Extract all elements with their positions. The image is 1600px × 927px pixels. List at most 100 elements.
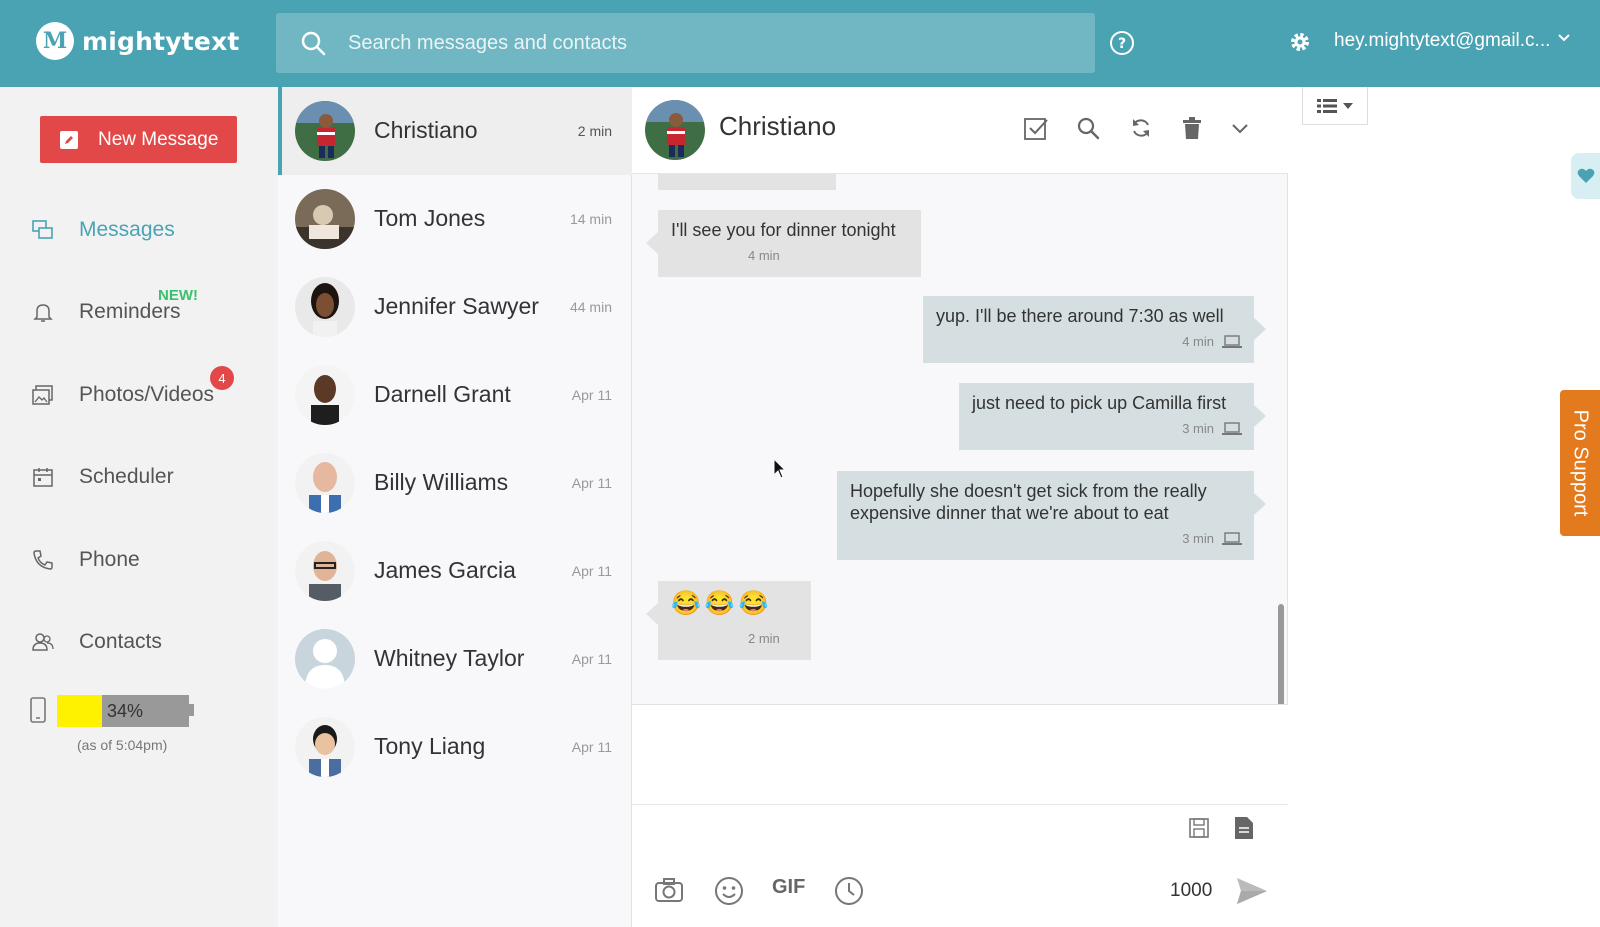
- save-icon[interactable]: [1188, 817, 1210, 839]
- avatar: [295, 101, 355, 161]
- message-emoji: 😂😂😂: [671, 590, 773, 617]
- message-text: yup. I'll be there around 7:30 as well: [936, 306, 1224, 326]
- battery-fill: [57, 695, 102, 727]
- search-bar: [276, 13, 1095, 73]
- search-icon[interactable]: [1076, 116, 1100, 140]
- gif-button[interactable]: GIF: [772, 876, 805, 899]
- conversation-item[interactable]: Whitney Taylor Apr 11: [278, 615, 632, 703]
- message-time: 4 min: [1182, 334, 1214, 349]
- search-icon: [301, 31, 326, 56]
- chat-pane: Christiano I'll see you for dinner tonig…: [632, 87, 1288, 927]
- calendar-icon: [33, 468, 53, 487]
- battery-percent: 34%: [107, 701, 144, 721]
- avatar: [295, 717, 355, 777]
- scrollbar-thumb[interactable]: [1278, 604, 1284, 704]
- message-bubble-outgoing[interactable]: yup. I'll be there around 7:30 as well 4…: [923, 296, 1266, 363]
- sidebar-item-scheduler[interactable]: Scheduler: [0, 452, 278, 502]
- template-document-icon[interactable]: [1234, 816, 1254, 840]
- conversation-item[interactable]: Darnell Grant Apr 11: [278, 351, 632, 439]
- message-time: 3 min: [1182, 531, 1214, 546]
- chat-title: Christiano: [719, 111, 837, 141]
- sidebar: New Message Messages Reminders NEW! Phot…: [0, 87, 278, 927]
- refresh-icon[interactable]: [1129, 116, 1153, 140]
- pro-support-tab[interactable]: Pro Support: [1560, 390, 1600, 536]
- trash-icon[interactable]: [1181, 116, 1203, 140]
- message-time: 3 min: [1182, 421, 1214, 436]
- svg-text:?: ?: [1118, 36, 1126, 52]
- conversation-name: Christiano: [374, 117, 478, 143]
- logo-mark: M: [36, 22, 74, 60]
- select-checkbox-icon[interactable]: [1023, 116, 1049, 142]
- chevron-down-icon[interactable]: [1558, 34, 1570, 42]
- conversation-name: James Garcia: [374, 557, 516, 583]
- conversation-item[interactable]: Jennifer Sawyer 44 min: [278, 263, 632, 351]
- right-panel: Pro Support: [1288, 87, 1600, 927]
- sidebar-item-label: Contacts: [79, 630, 162, 653]
- sidebar-item-label: Scheduler: [79, 465, 174, 488]
- conversation-item[interactable]: Tony Liang Apr 11: [278, 703, 632, 791]
- sidebar-item-phone[interactable]: Phone: [0, 535, 278, 585]
- view-toggle-button[interactable]: [1302, 87, 1368, 125]
- message-bubble-outgoing[interactable]: Hopefully she doesn't get sick from the …: [837, 471, 1266, 560]
- sidebar-item-contacts[interactable]: Contacts: [0, 617, 278, 667]
- sidebar-item-label: Messages: [79, 218, 175, 241]
- logo[interactable]: M mightytext: [36, 22, 240, 60]
- conversation-time: Apr 11: [571, 563, 612, 579]
- emoji-icon[interactable]: [714, 876, 744, 906]
- avatar: [295, 365, 355, 425]
- help-icon[interactable]: ?: [1109, 30, 1135, 56]
- compose-icon: [60, 130, 78, 149]
- avatar: [295, 453, 355, 513]
- message-bubble-incoming[interactable]: I'll see you for dinner tonight 4 min: [646, 210, 921, 277]
- conversation-item[interactable]: Billy Williams Apr 11: [278, 439, 632, 527]
- conversation-name: Jennifer Sawyer: [374, 293, 539, 319]
- avatar: [295, 189, 355, 249]
- battery-timestamp: (as of 5:04pm): [77, 737, 168, 753]
- pro-support-label: Pro Support: [1569, 409, 1592, 517]
- photos-icon: [32, 385, 53, 405]
- message-bubble-outgoing[interactable]: just need to pick up Camilla first 3 min: [959, 383, 1266, 450]
- message-text: I'll see you for dinner tonight: [671, 220, 896, 240]
- compose-area: [632, 705, 1288, 805]
- clock-icon[interactable]: [834, 876, 864, 906]
- search-input[interactable]: [348, 13, 1078, 73]
- avatar: [295, 541, 355, 601]
- list-view-icon: [1317, 98, 1337, 113]
- message-thread: I'll see you for dinner tonight 4 min yu…: [632, 174, 1288, 704]
- new-message-button[interactable]: New Message: [40, 116, 237, 163]
- laptop-icon: [1222, 532, 1242, 545]
- device-phone-icon: [30, 697, 46, 723]
- conversation-name: Tom Jones: [374, 205, 486, 231]
- character-count: 1000: [1170, 880, 1213, 901]
- account-menu[interactable]: hey.mightytext@gmail.c...: [1334, 30, 1550, 52]
- chat-header: Christiano: [632, 87, 1288, 174]
- new-badge: NEW!: [158, 287, 198, 304]
- send-icon[interactable]: [1236, 877, 1268, 905]
- conversation-time: 2 min: [577, 123, 612, 139]
- gear-icon[interactable]: [1288, 30, 1312, 54]
- conversation-item[interactable]: Tom Jones 14 min: [278, 175, 632, 263]
- message-input[interactable]: [632, 705, 1288, 804]
- conversation-name: Tony Liang: [374, 733, 486, 759]
- conversation-item[interactable]: James Garcia Apr 11: [278, 527, 632, 615]
- photos-count-badge: 4: [210, 366, 234, 390]
- sidebar-item-reminders[interactable]: Reminders: [0, 287, 278, 337]
- chevron-down-icon[interactable]: [1232, 124, 1248, 134]
- conversation-time: Apr 11: [571, 475, 612, 491]
- camera-icon[interactable]: [654, 877, 684, 903]
- avatar: [295, 629, 355, 689]
- mouse-cursor-icon: [773, 458, 787, 479]
- message-bubble-partial: [658, 174, 836, 190]
- conversation-name: Whitney Taylor: [374, 645, 525, 671]
- messages-icon: [32, 220, 53, 239]
- favorite-tab[interactable]: [1571, 153, 1600, 199]
- sidebar-item-label: Phone: [79, 548, 140, 571]
- battery-nub: [189, 704, 194, 716]
- message-bubble-incoming[interactable]: 😂😂😂 2 min: [646, 581, 811, 660]
- message-text: just need to pick up Camilla first: [972, 393, 1227, 413]
- sidebar-item-photos-videos[interactable]: Photos/Videos: [0, 370, 278, 420]
- avatar: [295, 277, 355, 337]
- top-header: M mightytext ? hey.mightytext@gmail.c...: [0, 0, 1600, 87]
- conversation-item[interactable]: Christiano 2 min: [278, 87, 632, 175]
- sidebar-item-messages[interactable]: Messages: [0, 205, 278, 255]
